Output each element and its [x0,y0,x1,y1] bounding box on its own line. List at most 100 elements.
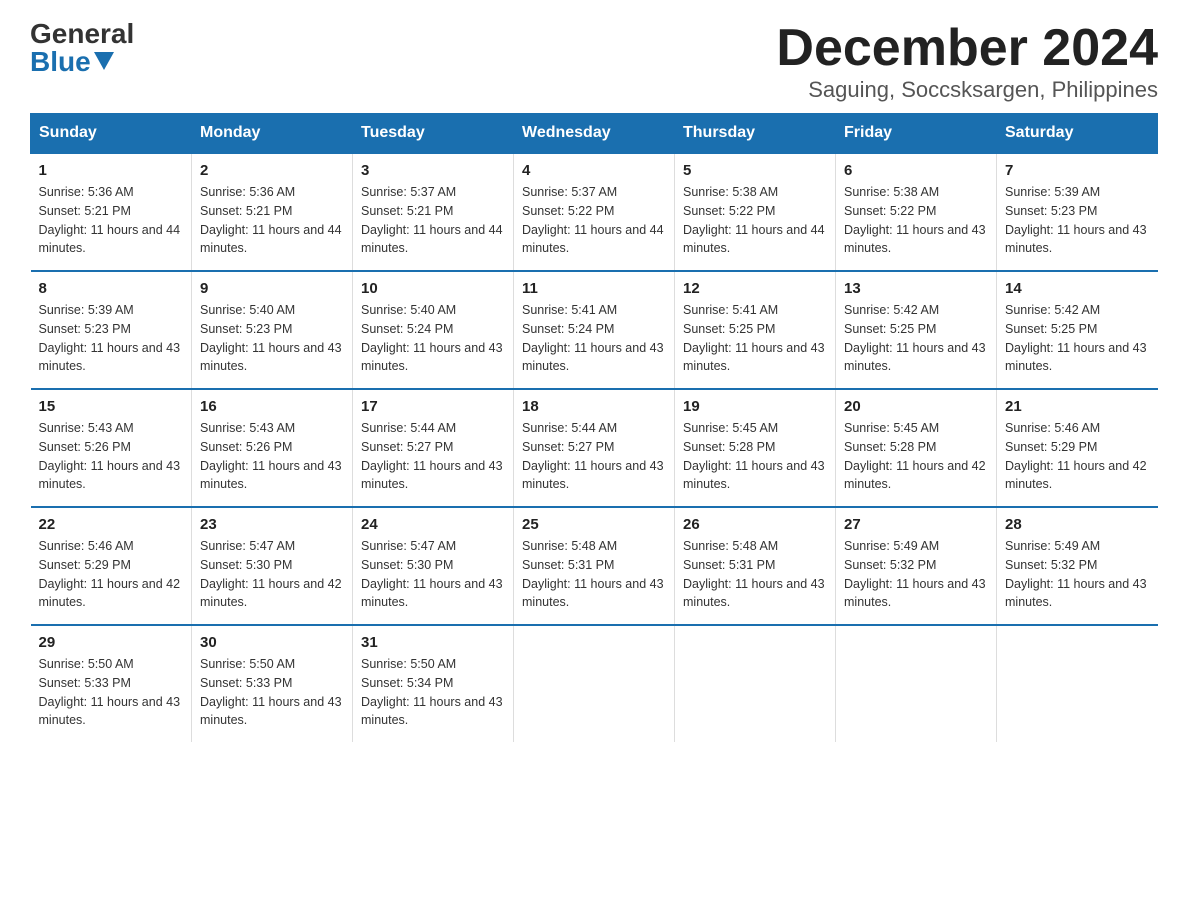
header-thursday: Thursday [675,114,836,154]
calendar-table: Sunday Monday Tuesday Wednesday Thursday… [30,113,1158,742]
day-detail: Sunrise: 5:45 AM Sunset: 5:28 PM Dayligh… [683,419,827,494]
table-row: 29 Sunrise: 5:50 AM Sunset: 5:33 PM Dayl… [31,625,192,742]
table-row: 25 Sunrise: 5:48 AM Sunset: 5:31 PM Dayl… [514,507,675,625]
day-detail: Sunrise: 5:49 AM Sunset: 5:32 PM Dayligh… [844,537,988,612]
day-detail: Sunrise: 5:42 AM Sunset: 5:25 PM Dayligh… [844,301,988,376]
day-number: 14 [1005,280,1150,297]
table-row: 8 Sunrise: 5:39 AM Sunset: 5:23 PM Dayli… [31,271,192,389]
table-row [514,625,675,742]
header-sunday: Sunday [31,114,192,154]
day-number: 21 [1005,398,1150,415]
table-row: 27 Sunrise: 5:49 AM Sunset: 5:32 PM Dayl… [836,507,997,625]
day-number: 3 [361,162,505,179]
title-block: December 2024 Saguing, Soccsksargen, Phi… [776,20,1158,103]
day-detail: Sunrise: 5:44 AM Sunset: 5:27 PM Dayligh… [361,419,505,494]
calendar-week-row: 1 Sunrise: 5:36 AM Sunset: 5:21 PM Dayli… [31,153,1158,271]
day-detail: Sunrise: 5:38 AM Sunset: 5:22 PM Dayligh… [844,183,988,258]
table-row: 30 Sunrise: 5:50 AM Sunset: 5:33 PM Dayl… [192,625,353,742]
table-row: 3 Sunrise: 5:37 AM Sunset: 5:21 PM Dayli… [353,153,514,271]
table-row: 16 Sunrise: 5:43 AM Sunset: 5:26 PM Dayl… [192,389,353,507]
day-detail: Sunrise: 5:45 AM Sunset: 5:28 PM Dayligh… [844,419,988,494]
day-number: 4 [522,162,666,179]
day-detail: Sunrise: 5:43 AM Sunset: 5:26 PM Dayligh… [39,419,184,494]
day-detail: Sunrise: 5:39 AM Sunset: 5:23 PM Dayligh… [39,301,184,376]
table-row: 23 Sunrise: 5:47 AM Sunset: 5:30 PM Dayl… [192,507,353,625]
day-detail: Sunrise: 5:39 AM Sunset: 5:23 PM Dayligh… [1005,183,1150,258]
table-row: 31 Sunrise: 5:50 AM Sunset: 5:34 PM Dayl… [353,625,514,742]
table-row: 17 Sunrise: 5:44 AM Sunset: 5:27 PM Dayl… [353,389,514,507]
table-row: 20 Sunrise: 5:45 AM Sunset: 5:28 PM Dayl… [836,389,997,507]
table-row: 9 Sunrise: 5:40 AM Sunset: 5:23 PM Dayli… [192,271,353,389]
day-number: 5 [683,162,827,179]
day-number: 20 [844,398,988,415]
day-number: 25 [522,516,666,533]
day-number: 2 [200,162,344,179]
day-detail: Sunrise: 5:48 AM Sunset: 5:31 PM Dayligh… [683,537,827,612]
table-row: 28 Sunrise: 5:49 AM Sunset: 5:32 PM Dayl… [997,507,1158,625]
day-number: 18 [522,398,666,415]
day-number: 7 [1005,162,1150,179]
day-number: 30 [200,634,344,651]
day-detail: Sunrise: 5:50 AM Sunset: 5:33 PM Dayligh… [200,655,344,730]
day-detail: Sunrise: 5:41 AM Sunset: 5:24 PM Dayligh… [522,301,666,376]
table-row: 24 Sunrise: 5:47 AM Sunset: 5:30 PM Dayl… [353,507,514,625]
table-row: 21 Sunrise: 5:46 AM Sunset: 5:29 PM Dayl… [997,389,1158,507]
day-detail: Sunrise: 5:46 AM Sunset: 5:29 PM Dayligh… [39,537,184,612]
day-number: 12 [683,280,827,297]
logo-blue-text: Blue [30,48,114,76]
logo: General Blue [30,20,134,76]
day-number: 31 [361,634,505,651]
day-number: 15 [39,398,184,415]
table-row: 15 Sunrise: 5:43 AM Sunset: 5:26 PM Dayl… [31,389,192,507]
day-detail: Sunrise: 5:50 AM Sunset: 5:34 PM Dayligh… [361,655,505,730]
day-detail: Sunrise: 5:40 AM Sunset: 5:24 PM Dayligh… [361,301,505,376]
day-detail: Sunrise: 5:46 AM Sunset: 5:29 PM Dayligh… [1005,419,1150,494]
day-number: 1 [39,162,184,179]
day-detail: Sunrise: 5:44 AM Sunset: 5:27 PM Dayligh… [522,419,666,494]
table-row [675,625,836,742]
page-header: General Blue December 2024 Saguing, Socc… [30,20,1158,103]
day-number: 29 [39,634,184,651]
day-detail: Sunrise: 5:47 AM Sunset: 5:30 PM Dayligh… [361,537,505,612]
calendar-week-row: 29 Sunrise: 5:50 AM Sunset: 5:33 PM Dayl… [31,625,1158,742]
day-detail: Sunrise: 5:36 AM Sunset: 5:21 PM Dayligh… [39,183,184,258]
header-wednesday: Wednesday [514,114,675,154]
header-friday: Friday [836,114,997,154]
calendar-title: December 2024 [776,20,1158,77]
day-number: 28 [1005,516,1150,533]
day-number: 16 [200,398,344,415]
day-detail: Sunrise: 5:37 AM Sunset: 5:21 PM Dayligh… [361,183,505,258]
table-row: 12 Sunrise: 5:41 AM Sunset: 5:25 PM Dayl… [675,271,836,389]
day-number: 19 [683,398,827,415]
logo-arrow-icon [94,52,114,70]
day-detail: Sunrise: 5:48 AM Sunset: 5:31 PM Dayligh… [522,537,666,612]
day-number: 17 [361,398,505,415]
table-row [997,625,1158,742]
calendar-week-row: 22 Sunrise: 5:46 AM Sunset: 5:29 PM Dayl… [31,507,1158,625]
table-row: 2 Sunrise: 5:36 AM Sunset: 5:21 PM Dayli… [192,153,353,271]
day-detail: Sunrise: 5:36 AM Sunset: 5:21 PM Dayligh… [200,183,344,258]
table-row: 11 Sunrise: 5:41 AM Sunset: 5:24 PM Dayl… [514,271,675,389]
day-number: 27 [844,516,988,533]
day-detail: Sunrise: 5:43 AM Sunset: 5:26 PM Dayligh… [200,419,344,494]
header-monday: Monday [192,114,353,154]
table-row: 4 Sunrise: 5:37 AM Sunset: 5:22 PM Dayli… [514,153,675,271]
table-row [836,625,997,742]
calendar-header-row: Sunday Monday Tuesday Wednesday Thursday… [31,114,1158,154]
table-row: 5 Sunrise: 5:38 AM Sunset: 5:22 PM Dayli… [675,153,836,271]
day-detail: Sunrise: 5:47 AM Sunset: 5:30 PM Dayligh… [200,537,344,612]
day-number: 24 [361,516,505,533]
table-row: 22 Sunrise: 5:46 AM Sunset: 5:29 PM Dayl… [31,507,192,625]
day-detail: Sunrise: 5:42 AM Sunset: 5:25 PM Dayligh… [1005,301,1150,376]
day-detail: Sunrise: 5:40 AM Sunset: 5:23 PM Dayligh… [200,301,344,376]
day-number: 6 [844,162,988,179]
day-detail: Sunrise: 5:41 AM Sunset: 5:25 PM Dayligh… [683,301,827,376]
day-detail: Sunrise: 5:38 AM Sunset: 5:22 PM Dayligh… [683,183,827,258]
day-number: 11 [522,280,666,297]
day-number: 22 [39,516,184,533]
day-number: 23 [200,516,344,533]
day-detail: Sunrise: 5:50 AM Sunset: 5:33 PM Dayligh… [39,655,184,730]
table-row: 26 Sunrise: 5:48 AM Sunset: 5:31 PM Dayl… [675,507,836,625]
table-row: 10 Sunrise: 5:40 AM Sunset: 5:24 PM Dayl… [353,271,514,389]
table-row: 13 Sunrise: 5:42 AM Sunset: 5:25 PM Dayl… [836,271,997,389]
